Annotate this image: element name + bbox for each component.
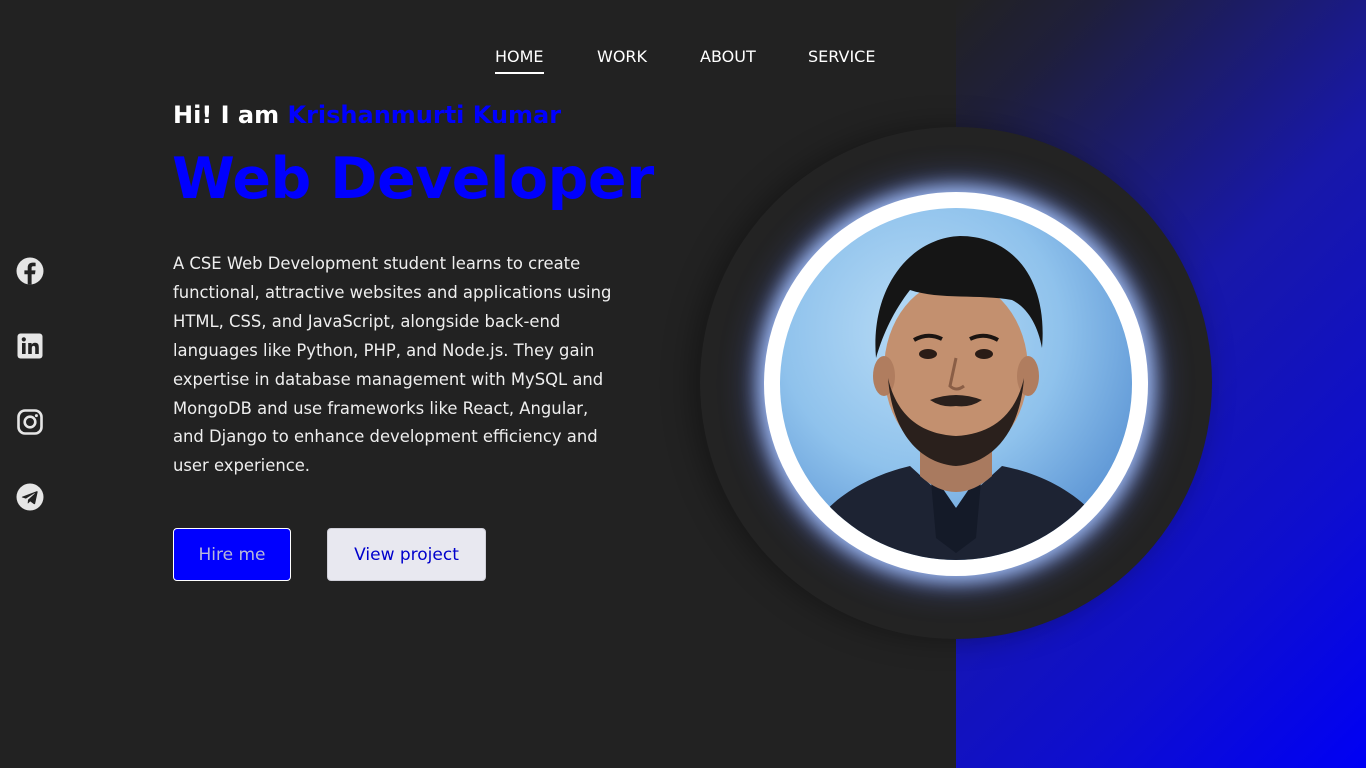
hero-role-title: Web Developer bbox=[172, 146, 654, 212]
hero-description: A CSE Web Development student learns to … bbox=[173, 254, 612, 476]
portfolio-page: HOME WORK ABOUT SERVICE Hi! I am Krishan… bbox=[0, 0, 1366, 768]
linkedin-icon[interactable] bbox=[16, 332, 44, 360]
nav-home[interactable]: HOME bbox=[495, 47, 544, 74]
hire-me-button[interactable]: Hire me bbox=[173, 528, 291, 581]
top-nav: HOME WORK ABOUT SERVICE bbox=[0, 47, 1366, 77]
nav-service[interactable]: SERVICE bbox=[808, 47, 875, 72]
nav-about[interactable]: ABOUT bbox=[700, 47, 756, 72]
portrait-frame bbox=[764, 192, 1148, 576]
view-project-button[interactable]: View project bbox=[327, 528, 486, 581]
hero-name: Krishanmurti Kumar bbox=[287, 101, 562, 129]
instagram-icon[interactable] bbox=[16, 408, 44, 436]
hero-greeting: Hi! I am Krishanmurti Kumar bbox=[173, 101, 561, 129]
telegram-icon[interactable] bbox=[16, 483, 44, 511]
facebook-icon[interactable] bbox=[16, 257, 44, 285]
profile-photo bbox=[780, 208, 1132, 560]
greeting-text: Hi! I am bbox=[173, 101, 280, 129]
nav-work[interactable]: WORK bbox=[597, 47, 647, 72]
